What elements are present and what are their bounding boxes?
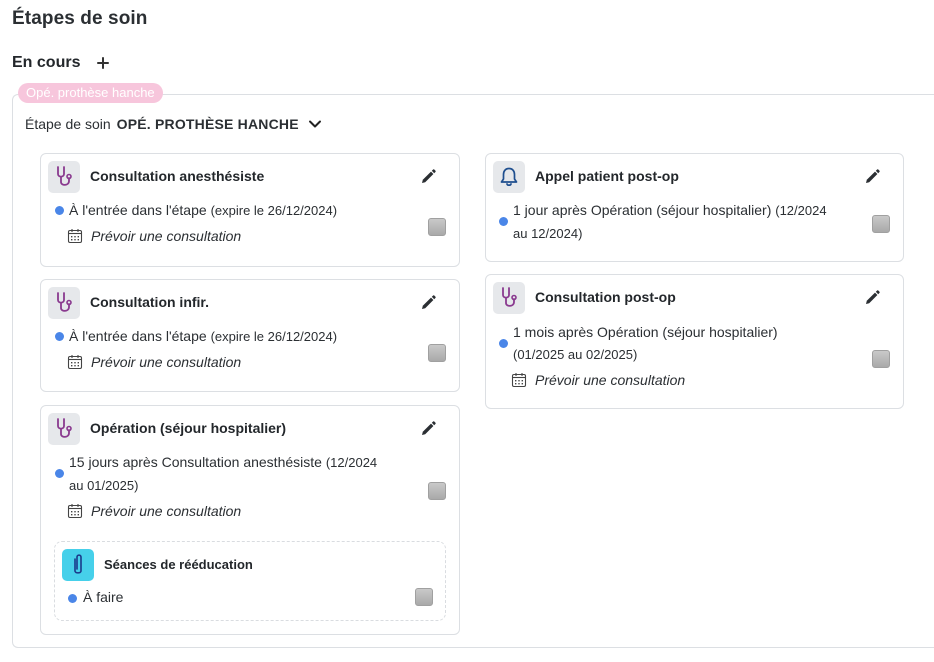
pencil-icon[interactable]	[863, 168, 881, 186]
care-step-card: Consultation post-op 1 mois après Opérat…	[485, 274, 904, 409]
done-checkbox[interactable]	[428, 218, 446, 236]
stethoscope-icon-tile	[493, 282, 525, 314]
stethoscope-icon-tile	[48, 287, 80, 319]
card-title: Opération (séjour hospitalier)	[90, 420, 287, 436]
status-dot	[68, 594, 77, 603]
stethoscope-icon	[57, 292, 72, 312]
done-checkbox[interactable]	[428, 482, 446, 500]
pencil-icon[interactable]	[863, 289, 881, 307]
section-header: En cours	[12, 54, 112, 72]
pencil-icon[interactable]	[419, 294, 437, 312]
sub-task-card: Séances de rééducation À faire	[54, 541, 446, 621]
status-dot	[55, 469, 64, 478]
section-title: En cours	[12, 54, 81, 71]
stethoscope-icon	[502, 287, 517, 307]
etape-label: Étape de soin	[25, 116, 111, 132]
care-step-card: Opération (séjour hospitalier) 15 jours …	[40, 405, 460, 635]
clip-icon	[74, 554, 82, 574]
calendar-icon	[67, 229, 83, 244]
calendar-icon	[511, 373, 527, 388]
sub-task-title: Séances de rééducation	[104, 557, 253, 572]
done-checkbox[interactable]	[428, 344, 446, 362]
done-checkbox[interactable]	[872, 215, 890, 233]
chevron-down-icon[interactable]	[307, 116, 323, 132]
pencil-icon[interactable]	[419, 420, 437, 438]
action-row: Prévoir une consultation	[67, 503, 241, 519]
group-tag: Opé. prothèse hanche	[18, 83, 163, 103]
action-label: Prévoir une consultation	[535, 372, 686, 388]
bell-icon	[500, 167, 518, 187]
action-row: Prévoir une consultation	[67, 354, 241, 370]
care-step-card: Appel patient post-op 1 jour après Opéra…	[485, 153, 904, 262]
bell-icon-tile	[493, 161, 525, 193]
action-label: Prévoir une consultation	[91, 503, 242, 519]
status-dot	[499, 217, 508, 226]
timing-text: À l'entrée dans l'étape (expire le 26/12…	[69, 328, 338, 344]
sub-task-status: À faire	[83, 589, 124, 605]
timing-text: 1 mois après Opération (séjour hospitali…	[513, 324, 778, 362]
done-checkbox[interactable]	[415, 588, 433, 606]
action-row: Prévoir une consultation	[67, 228, 241, 244]
status-dot	[55, 332, 64, 341]
care-step-card: Consultation anesthésiste À l'entrée dan…	[40, 153, 460, 267]
stethoscope-icon-tile	[48, 413, 80, 445]
done-checkbox[interactable]	[872, 350, 890, 368]
etape-selector[interactable]: Étape de soin OPÉ. PROTHÈSE HANCHE	[25, 116, 323, 132]
action-label: Prévoir une consultation	[91, 354, 242, 370]
status-dot	[499, 339, 508, 348]
timing-text: 1 jour après Opération (séjour hospitali…	[513, 202, 827, 241]
stethoscope-icon	[57, 418, 72, 438]
timing-text: À l'entrée dans l'étape (expire le 26/12…	[69, 202, 338, 218]
stethoscope-icon	[57, 166, 72, 186]
timing-text: 15 jours après Consultation anesthésiste…	[69, 454, 378, 493]
etape-value: OPÉ. PROTHÈSE HANCHE	[116, 116, 299, 132]
add-button[interactable]	[94, 54, 112, 72]
pencil-icon[interactable]	[419, 168, 437, 186]
calendar-icon	[67, 355, 83, 370]
card-title: Appel patient post-op	[535, 168, 679, 184]
page-title: Étapes de soin	[12, 8, 148, 29]
status-dot	[55, 206, 64, 215]
calendar-icon	[67, 504, 83, 519]
action-row: Prévoir une consultation	[511, 372, 685, 388]
clip-icon-tile	[62, 549, 94, 581]
action-label: Prévoir une consultation	[91, 228, 242, 244]
stethoscope-icon-tile	[48, 161, 80, 193]
card-title: Consultation post-op	[535, 289, 676, 305]
card-title: Consultation infir.	[90, 294, 209, 310]
care-step-card: Consultation infir. À l'entrée dans l'ét…	[40, 279, 460, 392]
card-title: Consultation anesthésiste	[90, 168, 265, 184]
